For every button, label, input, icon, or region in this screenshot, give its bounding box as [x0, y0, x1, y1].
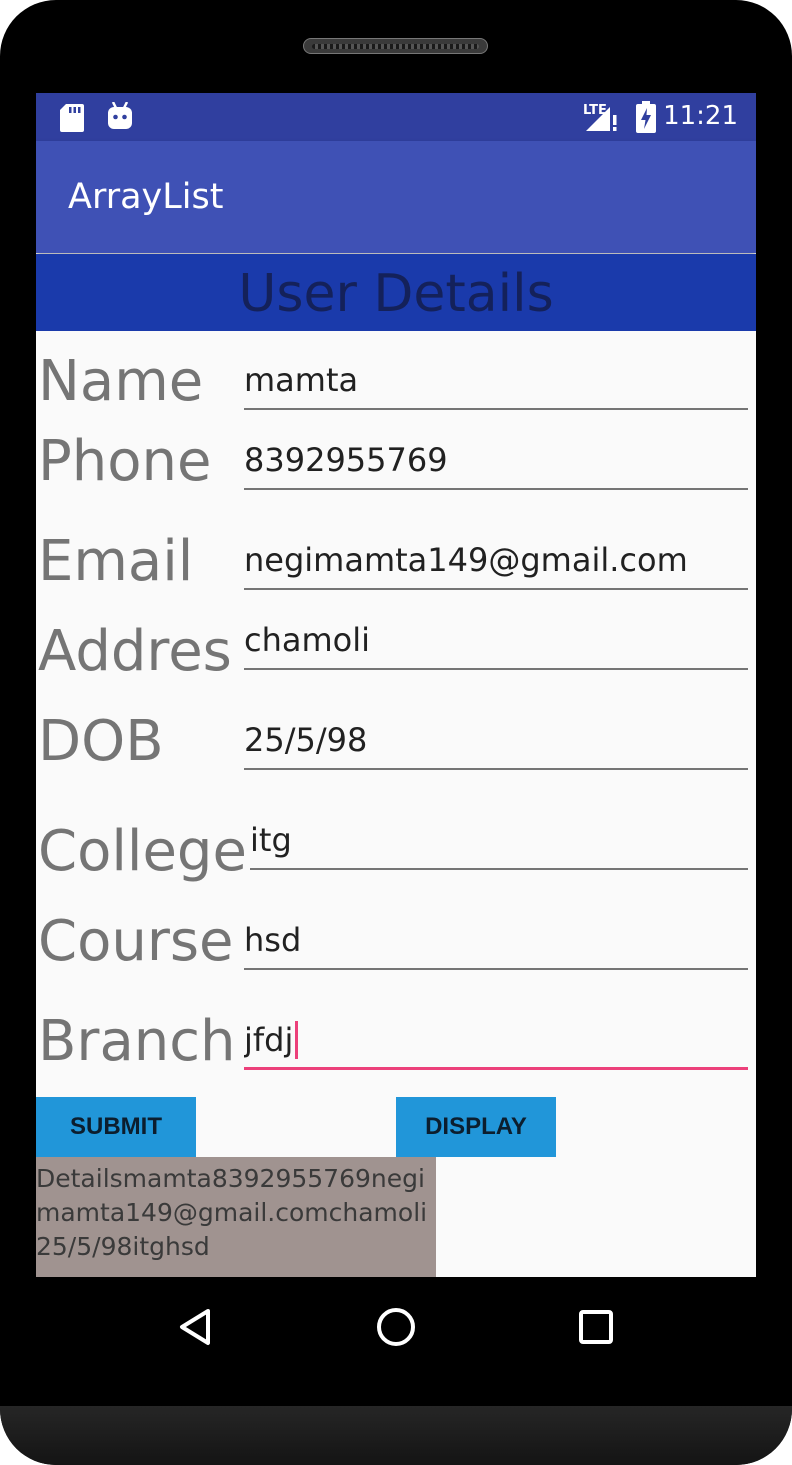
- address-field-value: chamoli: [244, 621, 371, 659]
- text-cursor: [295, 1021, 299, 1059]
- dob-field-value: 25/5/98: [244, 721, 368, 759]
- name-field[interactable]: mamta: [244, 360, 748, 410]
- back-icon[interactable]: [168, 1299, 224, 1355]
- submit-button[interactable]: SUBMIT: [36, 1097, 196, 1157]
- display-button[interactable]: DISPLAY: [396, 1097, 556, 1157]
- sd-card-icon: [60, 104, 84, 136]
- app-bar: ArrayList: [36, 141, 756, 253]
- android-debug-icon: [107, 101, 133, 134]
- college-label: College: [38, 819, 247, 884]
- college-field[interactable]: itg: [250, 820, 748, 870]
- branch-field-value: jfdj: [244, 1021, 294, 1059]
- branch-label: Branch: [38, 1009, 236, 1074]
- dob-field[interactable]: 25/5/98: [244, 720, 748, 770]
- status-bar: LTE 11:21: [36, 93, 756, 141]
- address-label: Addres: [38, 619, 232, 684]
- course-field-value: hsd: [244, 921, 302, 959]
- email-label: Email: [38, 529, 194, 594]
- course-label: Course: [38, 909, 234, 974]
- section-header: User Details: [36, 254, 756, 331]
- earpiece-speaker: [303, 38, 488, 54]
- phone-field-value: 8392955769: [244, 441, 448, 479]
- screen: LTE 11:21 ArrayList User Details Name Ph…: [36, 93, 756, 1277]
- home-icon[interactable]: [368, 1299, 424, 1355]
- address-field[interactable]: chamoli: [244, 620, 748, 670]
- email-field-value: negimamta149@gmail.com: [244, 541, 688, 579]
- lte-signal-icon: LTE: [582, 99, 620, 139]
- navigation-bar: [36, 1277, 756, 1377]
- header-title: User Details: [238, 264, 554, 324]
- name-field-value: mamta: [244, 361, 359, 399]
- status-time: 11:21: [663, 101, 738, 131]
- phone-frame: LTE 11:21 ArrayList User Details Name Ph…: [0, 0, 792, 1465]
- dob-label: DOB: [38, 709, 164, 774]
- phone-label: Phone: [38, 429, 212, 494]
- name-label: Name: [38, 349, 204, 414]
- branch-field[interactable]: jfdj: [244, 1020, 748, 1070]
- phone-field[interactable]: 8392955769: [244, 440, 748, 490]
- recents-icon[interactable]: [568, 1299, 624, 1355]
- phone-chin: [0, 1406, 792, 1465]
- email-field[interactable]: negimamta149@gmail.com: [244, 540, 748, 590]
- course-field[interactable]: hsd: [244, 920, 748, 970]
- details-output: Detailsmamta8392955769negimamta149@gmail…: [36, 1157, 436, 1277]
- app-title: ArrayList: [68, 177, 224, 217]
- battery-charging-icon: [636, 101, 656, 137]
- college-field-value: itg: [250, 821, 292, 859]
